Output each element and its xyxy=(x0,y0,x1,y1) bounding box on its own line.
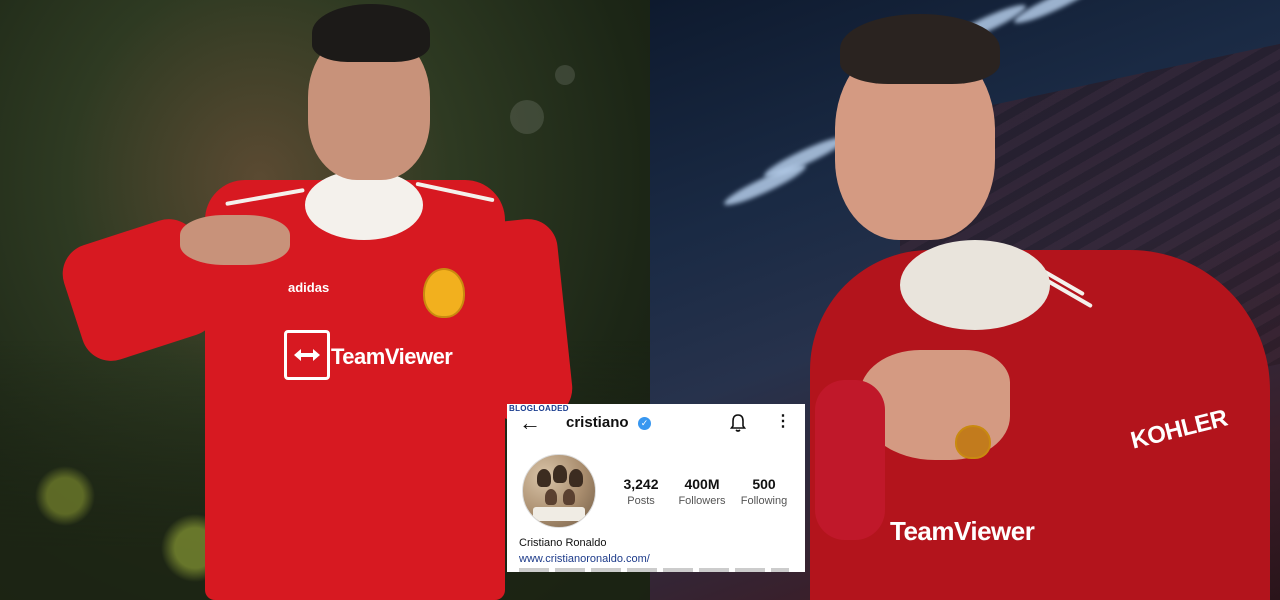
stat-posts[interactable]: 3,242 Posts xyxy=(617,476,665,507)
bokeh-light xyxy=(510,100,544,134)
stat-value: 3,242 xyxy=(623,476,659,492)
avatar-person xyxy=(545,489,557,505)
collar xyxy=(900,240,1050,330)
sponsor-text: TeamViewer xyxy=(331,344,453,369)
instagram-profile-card: BLOGLOADED ← cristiano ✓ ⋮ 3,242 Posts 4… xyxy=(507,404,805,572)
club-crest xyxy=(423,268,465,318)
arrow-left-icon[interactable]: ← xyxy=(519,412,541,434)
profile-username: cristiano xyxy=(566,414,629,431)
hair xyxy=(312,4,430,62)
avatar-person xyxy=(537,469,551,487)
stat-value: 500 xyxy=(752,476,776,492)
sponsor-logo-icon xyxy=(284,330,330,380)
avatar-person xyxy=(563,489,575,505)
kit-brand-logo: adidas xyxy=(288,280,330,295)
profile-display-name: Cristiano Ronaldo xyxy=(519,537,607,549)
hair xyxy=(840,14,1000,84)
truncated-bio xyxy=(519,568,789,572)
stat-followers[interactable]: 400M Followers xyxy=(673,476,731,507)
bokeh-light xyxy=(555,65,575,85)
stat-label: Following xyxy=(740,495,788,507)
stadium-light xyxy=(721,159,809,211)
stat-following[interactable]: 500 Following xyxy=(736,476,792,507)
profile-header: ← cristiano ✓ ⋮ xyxy=(507,412,805,436)
club-crest xyxy=(955,425,991,459)
stat-value: 400M xyxy=(684,476,720,492)
avatar-person xyxy=(553,465,567,483)
verified-badge-icon: ✓ xyxy=(638,417,651,430)
stat-label: Posts xyxy=(627,495,655,507)
avatar-table xyxy=(533,507,585,521)
profile-avatar[interactable] xyxy=(522,454,596,528)
collar xyxy=(305,170,423,240)
sponsor-text: TeamViewer xyxy=(890,516,1035,546)
bell-icon[interactable] xyxy=(729,413,747,433)
avatar-person xyxy=(569,469,583,487)
more-vertical-icon[interactable]: ⋮ xyxy=(775,414,791,430)
profile-website-link[interactable]: www.cristianoronaldo.com/ xyxy=(519,553,650,565)
stat-label: Followers xyxy=(678,495,726,507)
pointing-hand xyxy=(180,215,290,265)
left-sleeve xyxy=(815,380,885,540)
